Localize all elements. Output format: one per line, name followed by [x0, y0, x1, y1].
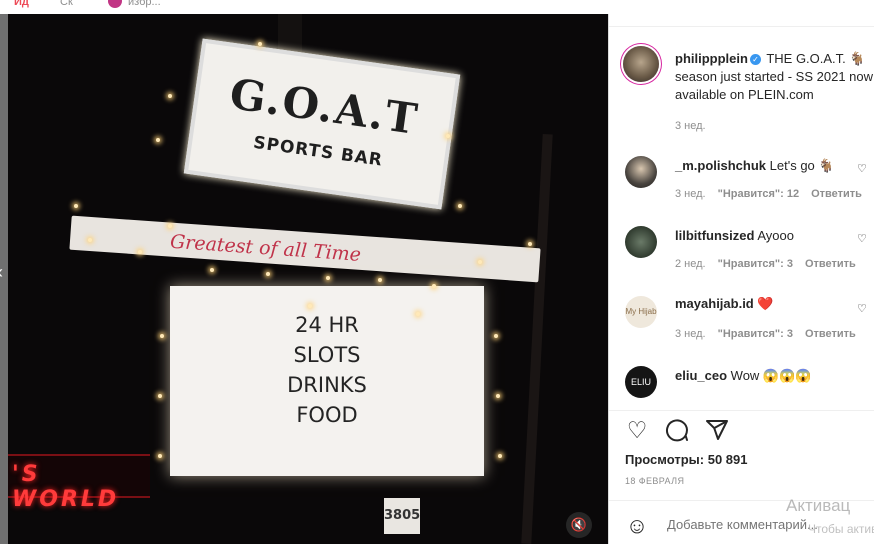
sign-light: [160, 334, 164, 338]
mute-button[interactable]: 🔇: [566, 512, 592, 538]
goat-sign: G.O.A.T SPORTS BAR: [183, 38, 461, 210]
sign-light: [156, 138, 160, 142]
marquee-board: 24 HR SLOTS DRINKS FOOD: [170, 286, 484, 476]
comment-time[interactable]: 3 нед.: [675, 188, 706, 200]
comment-text: Wow 😱😱😱: [730, 368, 812, 383]
views-count[interactable]: Просмотры: 50 891: [625, 452, 747, 467]
marquee-line: FOOD: [296, 403, 358, 427]
post-video[interactable]: G.O.A.T SPORTS BAR Greatest of all Time …: [8, 14, 608, 544]
neon-sign-text: 'S WORLD: [12, 462, 120, 512]
activation-watermark-sub: Чтобы актив: [808, 522, 874, 536]
comment-likes[interactable]: "Нравится": 12: [718, 188, 799, 200]
commenter-avatar[interactable]: ELIU: [625, 366, 657, 398]
neon-sign: 'S WORLD: [8, 454, 150, 512]
author-avatar[interactable]: [623, 46, 659, 82]
lamp-pole: [521, 134, 553, 544]
address-plate: 3805: [384, 498, 420, 534]
comment-text: ❤️: [757, 296, 774, 311]
bookmark-fragment[interactable]: Ск: [60, 0, 73, 8]
comment: mayahijab.id ❤️: [675, 296, 774, 312]
commenter-avatar[interactable]: [625, 226, 657, 258]
marquee-line: SLOTS: [293, 343, 361, 367]
comment: lilbitfunsized Ayooo: [675, 228, 794, 243]
post-date[interactable]: 18 ФЕВРАЛЯ: [625, 476, 684, 486]
comment-text: Let's go 🐐: [769, 158, 835, 173]
reply-button[interactable]: Ответить: [811, 188, 862, 200]
actions-divider: [609, 410, 874, 411]
sign-light: [158, 394, 162, 398]
sign-light: [478, 260, 482, 264]
sign-light: [446, 134, 450, 138]
commenter-avatar[interactable]: My Hijab: [625, 296, 657, 328]
comment-text: Ayooo: [757, 228, 794, 243]
sign-light: [266, 272, 270, 276]
reply-button[interactable]: Ответить: [805, 258, 856, 270]
sign-light: [74, 204, 78, 208]
sign-light: [458, 204, 462, 208]
sign-light: [498, 454, 502, 458]
sign-light: [416, 312, 420, 316]
verified-badge-icon: ✓: [749, 54, 761, 65]
sign-light: [158, 454, 162, 458]
comment-meta: 3 нед. "Нравится": 12 Ответить: [675, 188, 862, 200]
comment-like-heart-icon[interactable]: ♡: [857, 162, 867, 175]
commenter-avatar[interactable]: [625, 156, 657, 188]
sign-light: [168, 224, 172, 228]
sign-light: [258, 42, 262, 46]
comment-time[interactable]: 3 нед.: [675, 328, 706, 340]
comment-likes[interactable]: "Нравится": 3: [718, 328, 793, 340]
author-username[interactable]: philippplein: [675, 51, 748, 66]
views-label: Просмотры:: [625, 452, 705, 467]
bookmark-fragment[interactable]: Йд: [14, 0, 29, 8]
smiley-icon[interactable]: ☺: [625, 514, 649, 538]
caption-time[interactable]: 3 нед.: [675, 120, 706, 132]
sign-light: [326, 276, 330, 280]
sign-light: [168, 94, 172, 98]
marquee-line: DRINKS: [287, 373, 367, 397]
header-divider: [609, 26, 874, 27]
sign-light: [308, 304, 312, 308]
sign-light: [432, 284, 436, 288]
comment-username[interactable]: mayahijab.id: [675, 296, 754, 311]
post-caption: philippplein ✓ THE G.O.A.T. 🐐 season just…: [675, 50, 874, 104]
browser-bookmarks-bar: Йд Ск избр...: [0, 0, 874, 14]
comment-likes[interactable]: "Нравится": 3: [718, 258, 793, 270]
post-side-panel: philippplein ✓ THE G.O.A.T. 🐐 season just…: [608, 14, 874, 544]
views-value: 50 891: [707, 452, 748, 467]
banner-text: Greatest of all Time: [169, 230, 362, 266]
sign-light: [496, 394, 500, 398]
reply-button[interactable]: Ответить: [805, 328, 856, 340]
sign-banner: Greatest of all Time: [69, 215, 541, 283]
heart-icon[interactable]: ♡: [623, 416, 651, 444]
marquee-line: 24 HR: [295, 313, 359, 337]
comment-username[interactable]: lilbitfunsized: [675, 228, 754, 243]
sign-light: [138, 250, 142, 254]
comment-username[interactable]: eliu_ceo: [675, 368, 727, 383]
comment-time[interactable]: 2 нед.: [675, 258, 706, 270]
sign-light: [88, 238, 92, 242]
bookmark-icon[interactable]: [108, 0, 122, 8]
sign-light: [528, 242, 532, 246]
sign-light: [210, 268, 214, 272]
activation-watermark: Активац: [786, 496, 851, 515]
comment-meta: 2 нед. "Нравится": 3 Ответить: [675, 258, 856, 270]
comment-like-heart-icon[interactable]: ♡: [857, 232, 867, 245]
sign-light: [378, 278, 382, 282]
previous-post-arrow-icon[interactable]: ‹: [0, 262, 3, 283]
speaker-muted-icon: 🔇: [570, 517, 588, 532]
avatar-logo-text: ELIU: [630, 377, 651, 387]
sign-light: [494, 334, 498, 338]
share-icon[interactable]: [703, 416, 731, 444]
comment-like-heart-icon[interactable]: ♡: [857, 302, 867, 315]
comment-meta: 3 нед. "Нравится": 3 Ответить: [675, 328, 856, 340]
avatar-logo-text: My Hijab: [625, 307, 657, 316]
comment-username[interactable]: _m.polishchuk: [675, 158, 766, 173]
comment-icon[interactable]: [663, 416, 691, 444]
bookmark-fragment[interactable]: избр...: [128, 0, 161, 8]
comment: eliu_ceo Wow 😱😱😱: [675, 368, 811, 384]
comment: _m.polishchuk Let's go 🐐: [675, 158, 835, 174]
